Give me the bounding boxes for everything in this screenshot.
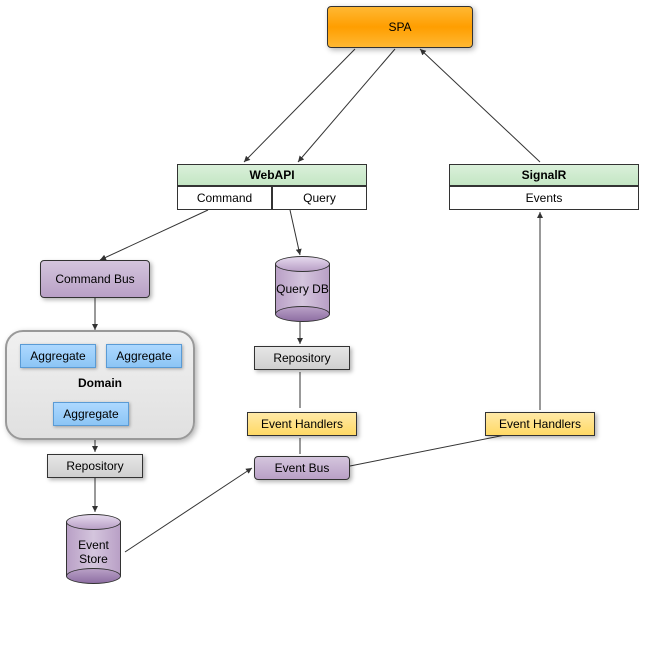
- event-handlers-center-label: Event Handlers: [261, 417, 343, 431]
- events-cell: Events: [449, 186, 639, 210]
- command-bus-label: Command Bus: [55, 272, 134, 286]
- domain-label: Domain: [7, 376, 193, 390]
- event-store-label: Event Store: [66, 538, 121, 566]
- signalr-label: SignalR: [522, 168, 567, 182]
- event-bus-box: Event Bus: [254, 456, 350, 480]
- event-handlers-right-label: Event Handlers: [499, 417, 581, 431]
- command-cell: Command: [177, 186, 272, 210]
- event-handlers-right-box: Event Handlers: [485, 412, 595, 436]
- query-db: Query DB: [275, 256, 330, 322]
- aggregate-3: Aggregate: [53, 402, 129, 426]
- events-label: Events: [526, 191, 563, 205]
- query-cell: Query: [272, 186, 367, 210]
- spa-box: SPA: [327, 6, 473, 48]
- repository-right-label: Repository: [273, 351, 330, 365]
- repository-left-label: Repository: [66, 459, 123, 473]
- event-store: Event Store: [66, 514, 121, 584]
- webapi-label: WebAPI: [249, 168, 294, 182]
- architecture-diagram: SPA WebAPI Command Query SignalR Events …: [0, 0, 653, 647]
- aggregate-2: Aggregate: [106, 344, 182, 368]
- repository-right-box: Repository: [254, 346, 350, 370]
- command-bus-box: Command Bus: [40, 260, 150, 298]
- spa-label: SPA: [388, 20, 411, 34]
- query-label: Query: [303, 191, 336, 205]
- repository-left-box: Repository: [47, 454, 143, 478]
- event-bus-label: Event Bus: [275, 461, 330, 475]
- event-handlers-center-box: Event Handlers: [247, 412, 357, 436]
- signalr-header: SignalR: [449, 164, 639, 186]
- domain-box: Aggregate Aggregate Domain Aggregate: [5, 330, 195, 440]
- webapi-header: WebAPI: [177, 164, 367, 186]
- command-label: Command: [197, 191, 252, 205]
- query-db-label: Query DB: [275, 282, 330, 296]
- aggregate-1: Aggregate: [20, 344, 96, 368]
